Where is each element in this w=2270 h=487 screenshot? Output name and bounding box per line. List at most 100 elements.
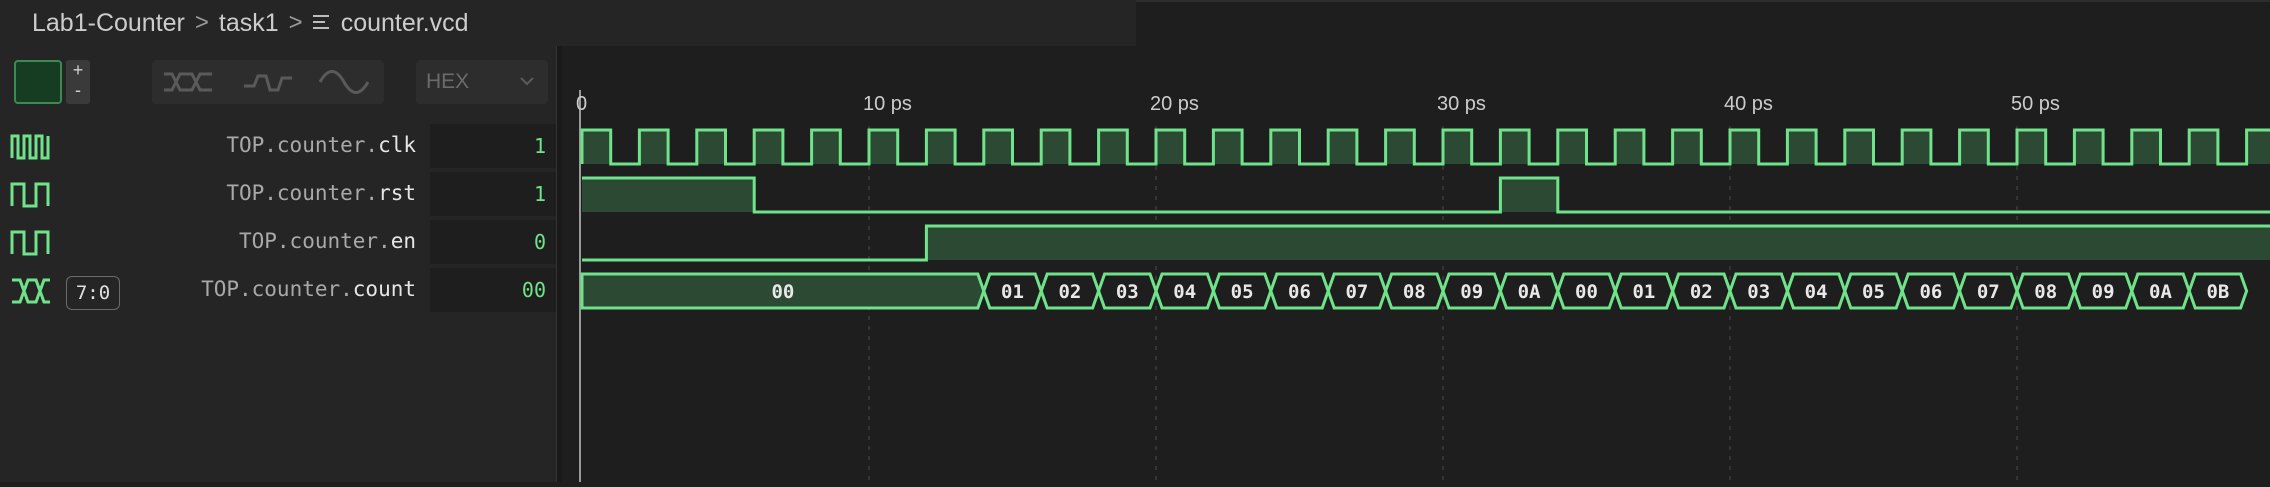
clk-high-region — [639, 130, 669, 164]
clk-high-region — [696, 130, 726, 164]
bit-range-badge: 7:0 — [66, 276, 120, 310]
clk-high-region — [1500, 130, 1530, 164]
clk-high-region — [1787, 130, 1817, 164]
clk-high-region — [1328, 130, 1357, 164]
count-value-label: 04 — [1173, 281, 1196, 303]
clk-high-region — [2074, 130, 2104, 164]
signal-row-rst[interactable]: TOP.counter.rst 1 — [0, 172, 556, 216]
digital-style-icon[interactable] — [240, 66, 296, 98]
clk-high-region — [869, 130, 898, 164]
count-value-label: 01 — [1001, 281, 1024, 303]
clk-high-region — [1615, 130, 1644, 164]
editor-topbar — [1136, 0, 2270, 46]
count-value-label: 03 — [1116, 281, 1139, 303]
signal-value-cell: 1 — [430, 124, 556, 168]
waveform-viewer[interactable]: 0 10 ps 20 ps 30 ps 40 ps 50 ps 00 01 02 03 04 05 0… — [562, 46, 2270, 482]
clk-high-region — [1959, 130, 1989, 164]
breadcrumb: Lab1-Counter > task1 > counter.vcd — [0, 0, 1136, 46]
clk-high-region — [1443, 130, 1472, 164]
clk-high-region — [582, 130, 611, 164]
clk-high-region — [1557, 130, 1587, 164]
radix-select[interactable]: HEX — [416, 60, 548, 104]
clk-high-region — [1902, 130, 1931, 164]
count-value-label: 08 — [1403, 281, 1426, 303]
breadcrumb-item-file[interactable]: counter.vcd — [341, 9, 469, 38]
ruler-tick-label: 30 ps — [1437, 93, 1486, 115]
rst-high-region — [1500, 178, 1558, 212]
clk-high-region — [1672, 130, 1702, 164]
count-value-label: 0A — [2149, 281, 2172, 303]
signal-value: 1 — [533, 182, 546, 206]
count-value-label: 07 — [1345, 281, 1368, 303]
clk-high-region — [1213, 130, 1243, 164]
breadcrumb-item-folder[interactable]: task1 — [219, 9, 279, 38]
clk-high-region — [1041, 130, 1070, 164]
render-mode-toolgroup — [152, 60, 384, 104]
ruler-tick-label: 0 — [576, 93, 587, 115]
count-value-label: 09 — [2092, 281, 2115, 303]
signal-row-en[interactable]: TOP.counter.en 0 — [0, 220, 556, 264]
clk-high-region — [983, 130, 1013, 164]
clk-high-region — [2017, 130, 2046, 164]
count-value-label: 03 — [1747, 281, 1770, 303]
waveform-canvas[interactable]: 0 10 ps 20 ps 30 ps 40 ps 50 ps 00 01 02 03 04 05 0… — [562, 46, 2270, 482]
count-value-label: 07 — [1977, 281, 2000, 303]
increase-button[interactable]: + — [66, 60, 90, 80]
signal-row-clk[interactable]: TOP.counter.clk 1 — [0, 124, 556, 168]
count-value-label: 05 — [1862, 281, 1885, 303]
count-value-label: 02 — [1058, 281, 1081, 303]
count-value-label: 00 — [1575, 281, 1598, 303]
clock-wave-icon — [10, 134, 50, 160]
height-adjust-control: + - — [66, 60, 90, 104]
signal-value: 1 — [533, 134, 546, 158]
count-value-label: 08 — [2034, 281, 2057, 303]
decrease-button[interactable]: - — [66, 80, 90, 100]
count-value-label: 06 — [1919, 281, 1942, 303]
chevron-right-icon: > — [194, 9, 209, 36]
clk-high-region — [1730, 130, 1759, 164]
bus-wave-icon — [12, 278, 50, 304]
count-value-label: 0B — [2206, 281, 2229, 303]
bus-style-icon[interactable] — [160, 66, 216, 98]
ruler-tick-label: 50 ps — [2011, 93, 2060, 115]
ruler-tick-label: 40 ps — [1724, 93, 1773, 115]
signal-name: TOP.counter.rst — [226, 181, 416, 205]
count-value-label: 0A — [1518, 281, 1541, 303]
signal-name: TOP.counter.count — [201, 277, 416, 301]
clk-high-region — [1270, 130, 1300, 164]
breadcrumb-item-project[interactable]: Lab1-Counter — [32, 9, 185, 38]
digital-wave-icon — [10, 182, 50, 208]
signal-name: TOP.counter.clk — [226, 133, 416, 157]
count-value-label: 04 — [1805, 281, 1828, 303]
clk-high-region — [1098, 130, 1128, 164]
digital-wave-icon — [10, 230, 50, 256]
clk-high-region — [1385, 130, 1415, 164]
count-value-label: 02 — [1690, 281, 1713, 303]
signal-value: 0 — [533, 230, 546, 254]
time-ruler: 0 10 ps 20 ps 30 ps 40 ps 50 ps — [576, 93, 2060, 115]
signal-value-cell: 00 — [430, 268, 556, 312]
ruler-tick-label: 20 ps — [1150, 93, 1199, 115]
clk-high-region — [2189, 130, 2218, 164]
rst-high-region — [582, 178, 755, 212]
count-value-label: 06 — [1288, 281, 1311, 303]
signal-value: 00 — [521, 278, 546, 302]
signal-row-count[interactable]: 7:0 TOP.counter.count 00 — [0, 268, 556, 312]
radix-value: HEX — [426, 70, 470, 93]
clk-high-region — [811, 130, 841, 164]
file-lines-icon — [312, 13, 331, 33]
clk-high-region — [926, 130, 956, 164]
signal-panel — [0, 46, 556, 482]
en-high-region — [926, 226, 2270, 260]
signal-name: TOP.counter.en — [238, 229, 416, 253]
ruler-tick-label: 10 ps — [863, 93, 912, 115]
analog-style-icon[interactable] — [316, 66, 372, 98]
clk-high-region — [1156, 130, 1185, 164]
count-value-label: 00 — [771, 281, 794, 303]
count-value-label: 01 — [1632, 281, 1655, 303]
count-value-label: 05 — [1231, 281, 1254, 303]
color-picker-button[interactable] — [14, 60, 62, 104]
clk-high-region — [2246, 130, 2270, 164]
clk-high-region — [2131, 130, 2161, 164]
chevron-down-icon — [520, 77, 534, 86]
